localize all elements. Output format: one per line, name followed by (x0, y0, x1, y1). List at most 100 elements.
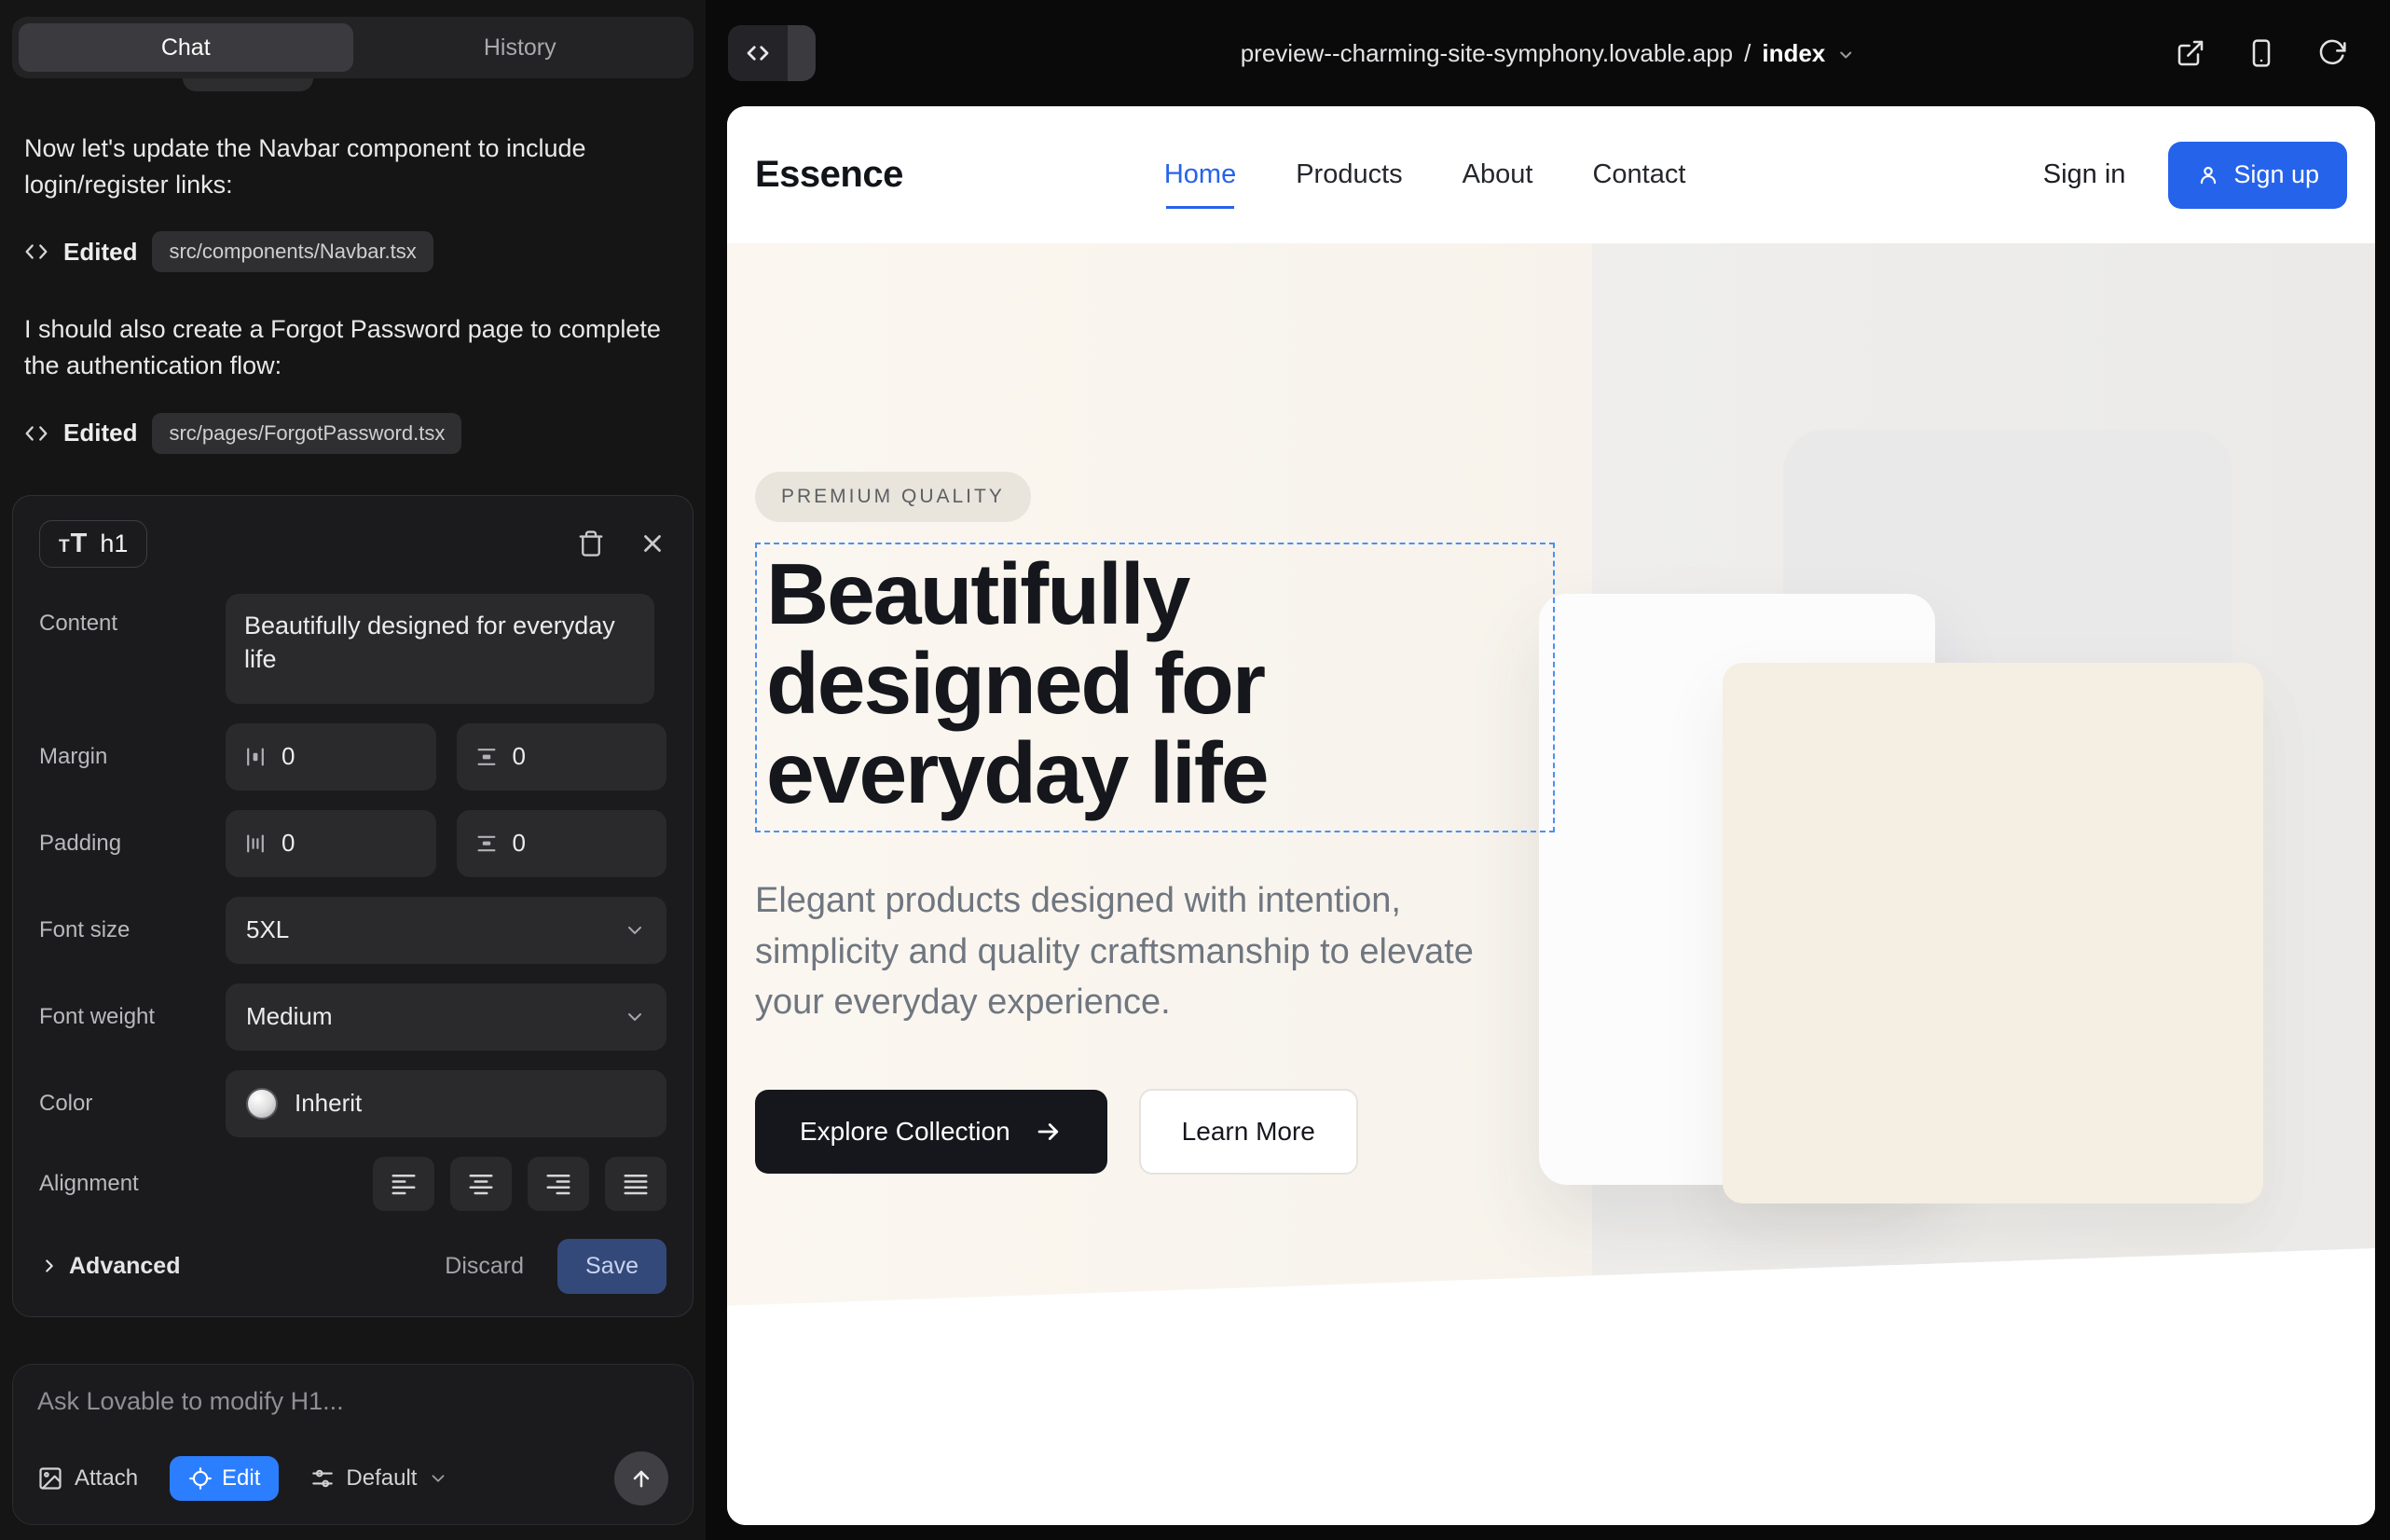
attach-button[interactable]: Attach (37, 1465, 138, 1492)
hero-cta-row: Explore Collection Learn More (755, 1089, 2375, 1175)
content-input[interactable]: Beautifully designed for everyday life (226, 594, 654, 704)
url-host: preview--charming-site-symphony.lovable.… (1241, 39, 1733, 68)
save-button[interactable]: Save (557, 1239, 666, 1294)
margin-x-input[interactable]: 0 (226, 723, 436, 791)
horizontal-padding-icon (244, 832, 267, 855)
chevron-down-icon (428, 1468, 448, 1489)
image-icon (37, 1465, 63, 1492)
arrow-up-icon (628, 1465, 654, 1492)
selected-element-chip[interactable]: TT h1 (39, 520, 147, 568)
preview-topbar: preview--charming-site-symphony.lovable.… (706, 0, 2390, 106)
font-weight-select[interactable]: Medium (226, 983, 666, 1051)
file-badge[interactable]: src/pages/ForgotPassword.tsx (152, 413, 461, 454)
nav-link-contact[interactable]: Contact (1592, 159, 1685, 190)
font-weight-value: Medium (246, 1002, 332, 1031)
padding-y-input[interactable]: 0 (457, 810, 667, 877)
align-right-button[interactable] (528, 1157, 589, 1211)
arrow-right-icon (1035, 1118, 1063, 1146)
prompt-input[interactable] (37, 1387, 668, 1443)
discard-button[interactable]: Discard (445, 1253, 524, 1280)
chat-messages: Now let's update the Navbar component to… (0, 78, 706, 454)
site-logo[interactable]: Essence (755, 154, 903, 196)
font-size-select[interactable]: 5XL (226, 897, 666, 964)
vertical-spacing-icon (475, 746, 498, 768)
file-badge[interactable]: src/components/Navbar.tsx (152, 231, 433, 272)
nav-link-about[interactable]: About (1463, 159, 1533, 190)
chevron-down-icon (624, 1006, 646, 1028)
nav-link-home[interactable]: Home (1164, 159, 1236, 190)
chat-history-tabs: Chat History (12, 17, 694, 78)
margin-y-value: 0 (513, 742, 526, 771)
delete-element-button[interactable] (577, 529, 605, 557)
element-editor-panel: TT h1 Content Beautifully designed for e… (12, 495, 694, 1317)
margin-y-input[interactable]: 0 (457, 723, 667, 791)
selected-element-outline[interactable]: Beautifully designed for everyday life (755, 543, 1555, 832)
sign-up-button[interactable]: Sign up (2168, 142, 2347, 209)
preview-pane: preview--charming-site-symphony.lovable.… (706, 0, 2390, 1540)
nav-link-products[interactable]: Products (1296, 159, 1402, 190)
margin-row: Margin 0 0 (39, 723, 666, 791)
code-icon (24, 240, 48, 264)
padding-row: Padding 0 0 (39, 810, 666, 877)
element-tag: h1 (100, 529, 128, 558)
sign-in-button[interactable]: Sign in (2043, 159, 2126, 190)
sliders-icon (310, 1466, 335, 1491)
refresh-button[interactable] (2317, 38, 2347, 68)
hero-heading[interactable]: Beautifully designed for everyday life (766, 550, 1547, 818)
open-external-button[interactable] (2176, 38, 2205, 68)
next-section (727, 1380, 2375, 1525)
explore-collection-button[interactable]: Explore Collection (755, 1090, 1107, 1174)
edit-mode-button[interactable]: Edit (170, 1456, 279, 1501)
chat-input-box: Attach Edit Default (12, 1364, 694, 1525)
advanced-toggle[interactable]: Advanced (39, 1253, 180, 1280)
vertical-padding-icon (475, 832, 498, 855)
font-size-row: Font size 5XL (39, 897, 666, 964)
padding-x-input[interactable]: 0 (226, 810, 436, 877)
builder-sidebar: Chat History Now let's update the Navbar… (0, 0, 706, 1540)
alignment-label: Alignment (39, 1171, 226, 1197)
preview-window: Essence Home Products About Contact Sign… (727, 106, 2375, 1525)
font-size-label: Font size (39, 917, 226, 943)
mode-label: Default (346, 1465, 417, 1492)
person-icon (2196, 163, 2220, 187)
edited-label: Edited (63, 419, 137, 447)
advanced-label: Advanced (69, 1253, 180, 1280)
color-value: Inherit (295, 1089, 362, 1118)
alignment-row: Alignment (39, 1157, 666, 1211)
code-icon (728, 25, 788, 81)
mode-select[interactable]: Default (310, 1465, 448, 1492)
chevron-down-icon (624, 919, 646, 942)
sign-up-label: Sign up (2233, 160, 2319, 189)
learn-more-button[interactable]: Learn More (1139, 1089, 1358, 1175)
close-icon[interactable] (639, 529, 666, 557)
code-view-toggle[interactable] (728, 25, 816, 81)
external-link-icon (2176, 38, 2205, 68)
color-picker[interactable]: Inherit (226, 1070, 666, 1137)
site-nav-actions: Sign in Sign up (2043, 142, 2347, 209)
chevron-right-icon (39, 1256, 60, 1276)
editor-header: TT h1 (39, 520, 666, 568)
site-nav-links: Home Products About Contact (1164, 159, 1686, 190)
edit-label: Edit (222, 1465, 260, 1492)
hero-subtext: Elegant products designed with intention… (755, 875, 1501, 1027)
color-label: Color (39, 1091, 226, 1117)
mobile-view-button[interactable] (2246, 38, 2276, 68)
edited-label: Edited (63, 238, 137, 267)
margin-label: Margin (39, 744, 226, 770)
padding-x-value: 0 (282, 829, 295, 858)
preview-url[interactable]: preview--charming-site-symphony.lovable.… (1241, 39, 1856, 68)
edited-file-row: Edited src/pages/ForgotPassword.tsx (24, 413, 681, 454)
align-left-button[interactable] (373, 1157, 434, 1211)
send-button[interactable] (614, 1451, 668, 1506)
tab-history[interactable]: History (353, 23, 688, 72)
align-justify-button[interactable] (605, 1157, 666, 1211)
editor-footer: Advanced Discard Save (39, 1239, 666, 1294)
text-size-icon: TT (59, 529, 87, 559)
hero-content: PREMIUM QUALITY Beautifully designed for… (727, 243, 2375, 1175)
margin-x-value: 0 (282, 742, 295, 771)
assistant-message: I should also create a Forgot Password p… (24, 311, 677, 384)
color-swatch (246, 1088, 278, 1120)
align-center-button[interactable] (450, 1157, 512, 1211)
tab-chat[interactable]: Chat (19, 23, 353, 72)
font-weight-label: Font weight (39, 1004, 226, 1030)
